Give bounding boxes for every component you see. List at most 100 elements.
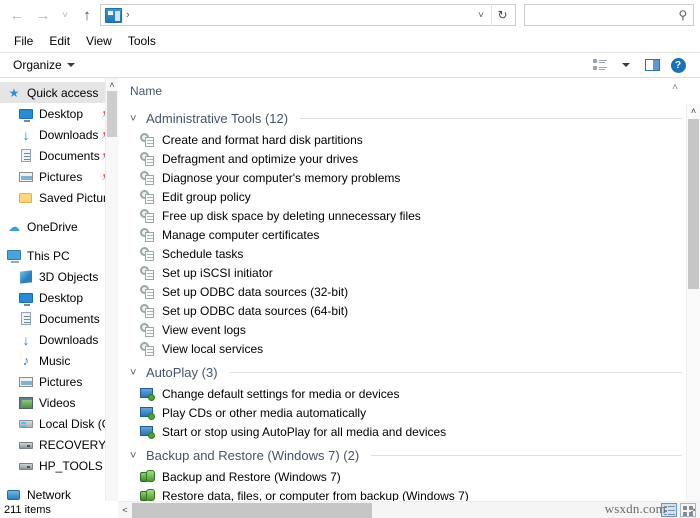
list-item[interactable]: Defragment and optimize your drives <box>128 149 700 168</box>
sidebar-item-label: Music <box>39 353 71 368</box>
group-header-autoplay[interactable]: ˅ AutoPlay (3) <box>128 361 700 384</box>
document-icon <box>18 148 34 164</box>
address-dropdown-chevron-down-icon[interactable]: ˅ <box>471 10 491 21</box>
sidebar-scroll-thumb[interactable] <box>107 91 117 137</box>
sidebar-item-3d-objects[interactable]: 3D Objects <box>0 266 118 287</box>
list-item-label: Backup and Restore (Windows 7) <box>162 469 341 484</box>
document-icon <box>18 311 34 327</box>
content-scroll-up-chevron-up-icon[interactable]: ˄ <box>687 104 700 118</box>
sidebar-item-this-pc-documents[interactable]: Documents <box>0 308 118 329</box>
sidebar-item-downloads[interactable]: ↓ Downloads 📌 <box>0 124 118 145</box>
hscroll-thumb[interactable] <box>132 502 372 518</box>
sidebar-item-pictures[interactable]: Pictures 📌 <box>0 166 118 187</box>
list-item[interactable]: Set up ODBC data sources (64-bit) <box>128 301 700 320</box>
sidebar-item-local-disk-c[interactable]: Local Disk (C:) <box>0 413 118 434</box>
menu-item-edit[interactable]: Edit <box>41 33 78 49</box>
star-icon: ★ <box>8 85 20 100</box>
list-item[interactable]: Backup and Restore (Windows 7) <box>128 467 700 486</box>
view-options-caret-down-icon[interactable] <box>614 54 638 76</box>
content-vertical-scrollbar[interactable]: ˄ <box>686 104 700 501</box>
admin-tool-icon <box>140 341 156 357</box>
menu-item-view[interactable]: View <box>78 33 120 49</box>
list-item[interactable]: View local services <box>128 339 700 358</box>
menu-item-tools[interactable]: Tools <box>120 33 164 49</box>
sidebar-item-music[interactable]: ♪ Music <box>0 350 118 371</box>
navigation-bar: ← → ˅ ↑ › ˅ ↻ ⚲ <box>0 0 700 30</box>
list-item[interactable]: Set up iSCSI initiator <box>128 263 700 282</box>
list-item[interactable]: Create and format hard disk partitions <box>128 130 700 149</box>
chevron-down-icon[interactable]: ˅ <box>130 450 140 462</box>
sidebar-item-label: OneDrive <box>27 219 78 234</box>
view-mode-buttons <box>661 503 696 517</box>
sidebar-item-this-pc-desktop[interactable]: Desktop <box>0 287 118 308</box>
view-options-icon[interactable] <box>588 54 612 76</box>
sidebar-scroll-track[interactable] <box>106 91 118 505</box>
status-bar: 211 items <box>0 501 118 518</box>
search-box[interactable]: ⚲ <box>524 4 694 26</box>
back-arrow-icon[interactable]: ← <box>4 3 30 27</box>
content-scroll-thumb[interactable] <box>688 119 699 289</box>
control-panel-icon <box>105 7 122 23</box>
list-item-label: Start or stop using AutoPlay for all med… <box>162 424 447 439</box>
list-item[interactable]: Play CDs or other media automatically <box>128 403 700 422</box>
local-disk-icon <box>18 416 34 432</box>
recent-locations-icon[interactable]: ˅ <box>56 3 74 27</box>
list-item[interactable]: Manage computer certificates <box>128 225 700 244</box>
sidebar-item-label: Desktop <box>39 106 84 121</box>
sidebar-item-label: This PC <box>27 248 70 263</box>
command-bar: Organize ? <box>0 52 700 78</box>
forward-arrow-icon[interactable]: → <box>30 3 56 27</box>
sidebar-item-label: Desktop <box>39 290 84 305</box>
organize-button[interactable]: Organize <box>6 56 82 74</box>
sidebar-item-quick-access[interactable]: ★ Quick access <box>0 82 118 103</box>
sidebar-item-this-pc-pictures[interactable]: Pictures <box>0 371 118 392</box>
large-icons-view-icon[interactable] <box>680 503 696 517</box>
hscroll-track[interactable] <box>132 502 686 518</box>
list-item[interactable]: Schedule tasks <box>128 244 700 263</box>
list-item[interactable]: Change default settings for media or dev… <box>128 384 700 403</box>
sidebar-item-onedrive[interactable]: ☁ OneDrive <box>0 216 118 237</box>
sidebar-item-this-pc-downloads[interactable]: ↓ Downloads <box>0 329 118 350</box>
preview-pane-glyph <box>644 59 660 71</box>
address-bar[interactable]: › ˅ ↻ <box>100 4 516 26</box>
sidebar-item-label: Pictures <box>39 169 83 184</box>
sidebar-scroll-up-chevron-up-icon[interactable]: ˄ <box>106 78 118 91</box>
list-item[interactable]: View event logs <box>128 320 700 339</box>
refresh-icon[interactable]: ↻ <box>491 4 513 26</box>
list-item[interactable]: Set up ODBC data sources (32-bit) <box>128 282 700 301</box>
column-header-row: Name ˄ <box>118 78 700 104</box>
sidebar-item-hp-tools-f[interactable]: HP_TOOLS (F:) <box>0 455 118 476</box>
column-header-name[interactable]: Name <box>130 84 162 98</box>
list-item-label: Play CDs or other media automatically <box>162 405 367 420</box>
list-item-label: Defragment and optimize your drives <box>162 151 359 166</box>
search-input[interactable] <box>525 8 673 22</box>
list-item[interactable]: Edit group policy <box>128 187 700 206</box>
sidebar-scrollbar[interactable]: ˄ ˅ <box>105 78 118 518</box>
list-item[interactable]: Free up disk space by deleting unnecessa… <box>128 206 700 225</box>
organize-label: Organize <box>13 58 62 72</box>
sidebar-item-documents[interactable]: Documents 📌 <box>0 145 118 166</box>
cloud-icon: ☁ <box>8 219 20 234</box>
chevron-down-icon[interactable]: ˅ <box>130 113 140 125</box>
hscroll-left-chevron-left-icon[interactable]: ˂ <box>118 505 132 515</box>
search-icon[interactable]: ⚲ <box>673 8 693 22</box>
chevron-down-icon[interactable]: ˅ <box>130 367 140 379</box>
sidebar-item-saved-pictures[interactable]: Saved Pictures <box>0 187 118 208</box>
group-header-backup-and-restore[interactable]: ˅ Backup and Restore (Windows 7) (2) <box>128 444 700 467</box>
sidebar-item-recovery-e[interactable]: RECOVERY (E:) <box>0 434 118 455</box>
sidebar-item-label: Network <box>27 487 72 502</box>
help-icon[interactable]: ? <box>666 54 690 76</box>
admin-tool-icon <box>140 303 156 319</box>
list-item[interactable]: Start or stop using AutoPlay for all med… <box>128 422 700 441</box>
sidebar-item-videos[interactable]: Videos <box>0 392 118 413</box>
up-arrow-icon[interactable]: ↑ <box>74 3 100 27</box>
view-options-glyph <box>593 59 607 71</box>
preview-pane-icon[interactable] <box>640 54 664 76</box>
sidebar-item-this-pc[interactable]: This PC <box>0 245 118 266</box>
list-item-label: Free up disk space by deleting unnecessa… <box>162 208 421 223</box>
list-item[interactable]: Diagnose your computer's memory problems <box>128 168 700 187</box>
sidebar-item-desktop[interactable]: Desktop 📌 <box>0 103 118 124</box>
menu-item-file[interactable]: File <box>6 33 41 49</box>
group-header-administrative-tools[interactable]: ˅ Administrative Tools (12) <box>128 107 700 130</box>
